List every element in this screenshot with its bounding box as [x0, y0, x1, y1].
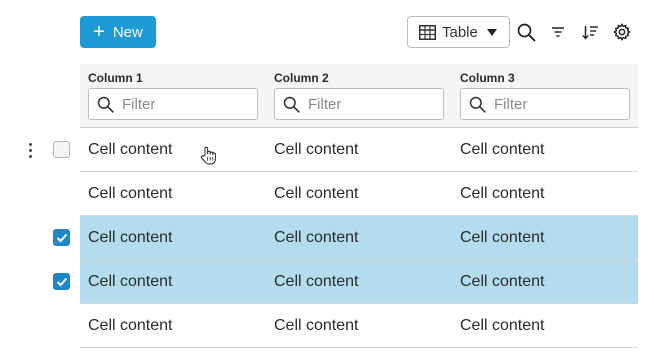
table-cell: Cell content: [274, 272, 359, 290]
chevron-down-icon: [487, 29, 497, 36]
column-filter[interactable]: [88, 88, 258, 120]
settings-button[interactable]: [612, 22, 632, 42]
column-header-2: Column 2: [266, 64, 452, 128]
table-cell: Cell content: [460, 184, 545, 202]
row-checkbox[interactable]: [53, 141, 70, 158]
sort-button[interactable]: [580, 22, 600, 42]
column-filter[interactable]: [460, 88, 630, 120]
table-row[interactable]: Cell content Cell content Cell content: [80, 260, 638, 304]
check-icon: [56, 277, 67, 286]
view-select[interactable]: Table: [407, 16, 510, 48]
table-cell: Cell content: [460, 228, 545, 246]
row-gutter-item: [0, 172, 80, 216]
table-row[interactable]: Cell content Cell content Cell content: [80, 172, 638, 216]
row-checkbox[interactable]: [53, 273, 70, 290]
filter-icon: [552, 27, 564, 37]
column-title: Column 3: [460, 71, 515, 85]
table-cell: Cell content: [88, 316, 173, 334]
column-header-1: Column 1: [80, 64, 266, 128]
column-title: Column 2: [274, 71, 329, 85]
table-cell: Cell content: [274, 140, 359, 158]
hand-cursor-icon: [200, 146, 216, 165]
more-vertical-icon[interactable]: [26, 140, 34, 160]
table-cell: Cell content: [88, 272, 173, 290]
row-gutter-item: [0, 128, 80, 172]
column-title: Column 1: [88, 71, 143, 85]
table-cell: Cell content: [88, 228, 173, 246]
table-cell: Cell content: [274, 228, 359, 246]
row-gutter-item: [0, 260, 80, 304]
filter-input[interactable]: [122, 95, 242, 113]
column-header-3: Column 3: [452, 64, 638, 128]
sort-icon: [581, 25, 598, 40]
grid-body: Cell content Cell content Cell content Cell…: [80, 128, 638, 348]
check-icon: [56, 233, 67, 242]
table-cell: Cell content: [460, 140, 545, 158]
search-icon: [97, 96, 114, 113]
search-icon: [283, 96, 300, 113]
new-button-label: New: [112, 23, 143, 41]
table-cell: Cell content: [460, 316, 545, 334]
view-select-value: Table: [442, 23, 478, 41]
grid-header: Column 1 Column 2 Column 3: [80, 64, 638, 128]
table-cell: Cell content: [274, 184, 359, 202]
row-checkbox[interactable]: [53, 229, 70, 246]
column-filter[interactable]: [274, 88, 444, 120]
filter-input[interactable]: [494, 95, 614, 113]
table-icon: [419, 24, 436, 40]
row-gutter-item: [0, 304, 80, 348]
table-row[interactable]: Cell content Cell content Cell content: [80, 128, 638, 172]
new-button[interactable]: + New: [80, 16, 156, 48]
filter-button[interactable]: [548, 22, 568, 42]
table-cell: Cell content: [460, 272, 545, 290]
table-cell: Cell content: [88, 140, 173, 158]
search-button[interactable]: [516, 22, 536, 42]
filter-input[interactable]: [308, 95, 428, 113]
search-icon: [469, 96, 486, 113]
table-row[interactable]: Cell content Cell content Cell content: [80, 216, 638, 260]
table-cell: Cell content: [274, 316, 359, 334]
row-gutter-item: [0, 216, 80, 260]
search-icon: [517, 23, 535, 41]
data-grid: Column 1 Column 2 Column 3: [80, 64, 638, 348]
table-cell: Cell content: [88, 184, 173, 202]
plus-icon: +: [93, 21, 105, 43]
table-row[interactable]: Cell content Cell content Cell content: [80, 304, 638, 348]
gear-icon: [613, 23, 631, 41]
